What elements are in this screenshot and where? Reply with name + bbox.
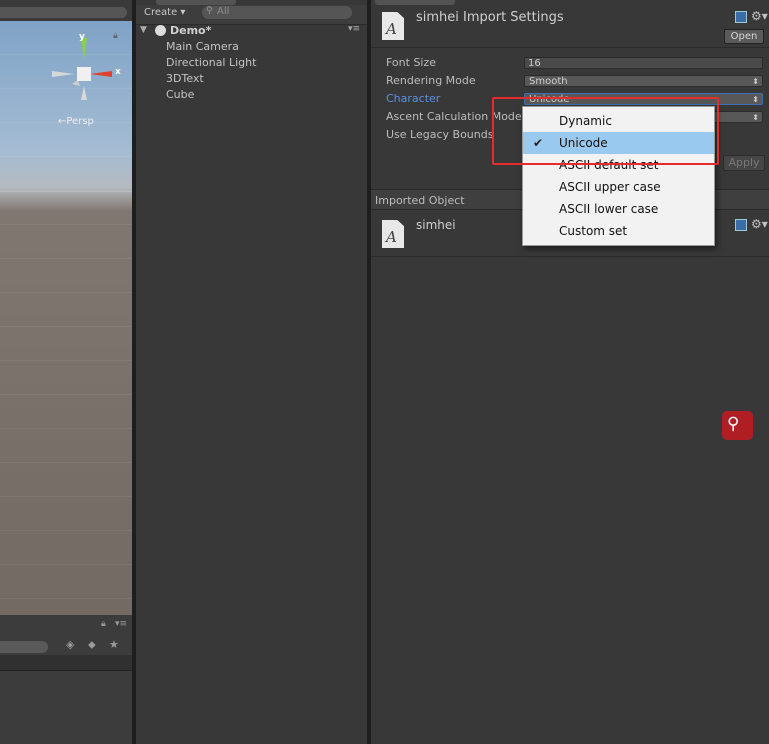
filter-type-icon[interactable]: ◈ <box>66 638 74 651</box>
use-legacy-bounds-label: Use Legacy Bounds <box>386 128 494 141</box>
create-button[interactable]: Create ▾ <box>144 7 185 18</box>
help-icon[interactable] <box>735 11 747 23</box>
hierarchy-item-directional-light[interactable]: Directional Light <box>166 56 256 69</box>
menu-item-custom-set[interactable]: Custom set <box>523 220 714 242</box>
gizmo-center-icon <box>77 67 91 81</box>
project-toolbar: 🔒︎ ▾≡ <box>0 619 132 633</box>
annotation-highlight-box <box>492 97 719 165</box>
persp-label[interactable]: ←Persp <box>58 116 94 127</box>
popup-arrows-icon: ⬍ <box>752 95 759 104</box>
panel-menu-icon[interactable]: ▾≡ <box>348 24 360 34</box>
tag-icon[interactable]: ⬥ <box>88 638 96 652</box>
gizmo-neg-y-icon <box>81 86 87 100</box>
menu-item-label: ASCII lower case <box>559 202 659 216</box>
popup-arrows-icon: ⬍ <box>752 113 759 122</box>
project-row[interactable] <box>0 655 132 670</box>
divider <box>371 256 769 257</box>
search-icon: ⚲ <box>727 414 740 434</box>
gizmo-x-axis-icon <box>90 71 112 77</box>
horizon-line <box>0 191 132 192</box>
font-asset-icon: A <box>382 220 404 248</box>
project-search-input[interactable] <box>0 641 48 653</box>
divider <box>0 670 132 671</box>
font-asset-icon: A <box>382 12 404 40</box>
imported-object-label: Imported Object <box>375 194 465 207</box>
gizmo-neg-x-icon <box>52 71 74 77</box>
gizmo-y-label: y <box>79 32 85 42</box>
inspector-title: simhei Import Settings <box>416 10 564 25</box>
rendering-mode-label: Rendering Mode <box>386 74 476 87</box>
unity-scene-icon <box>155 25 166 36</box>
menu-item-label: ASCII upper case <box>559 180 661 194</box>
star-icon[interactable]: ★ <box>109 638 119 651</box>
search-placeholder: All <box>217 6 230 17</box>
scene-name: Demo* <box>170 24 212 37</box>
scene-search-bar[interactable] <box>0 7 127 18</box>
scene-viewport[interactable] <box>0 21 132 615</box>
apply-button[interactable]: Apply <box>723 155 765 171</box>
open-button[interactable]: Open <box>724 29 764 44</box>
imported-object-name: simhei <box>416 218 456 232</box>
divider <box>371 47 769 48</box>
menu-item-ascii-upper-case[interactable]: ASCII upper case <box>523 176 714 198</box>
hierarchy-item-3dtext[interactable]: 3DText <box>166 72 204 85</box>
scene-view-panel: y x ←Persp 🔒︎ 🔒︎ ▾≡ ◈ ⬥ ★ <box>0 0 132 744</box>
gear-icon[interactable]: ⚙▾ <box>751 9 768 23</box>
menu-item-label: Custom set <box>559 224 628 238</box>
hierarchy-item-main-camera[interactable]: Main Camera <box>166 40 239 53</box>
hierarchy-item-cube[interactable]: Cube <box>166 88 194 101</box>
character-label: Character <box>386 92 441 105</box>
hierarchy-search-input[interactable]: ⚲ All <box>202 6 352 19</box>
tab-inspector[interactable] <box>375 0 455 5</box>
hierarchy-panel: Create ▾ ⚲ All ▼ Demo* ▾≡ Main Camera Di… <box>136 0 367 744</box>
rendering-mode-dropdown[interactable]: Smooth ⬍ <box>524 75 763 87</box>
popup-arrows-icon: ⬍ <box>752 77 759 86</box>
panel-menu-icon[interactable]: ▾≡ <box>115 619 127 629</box>
gizmo-x-label: x <box>115 67 121 77</box>
gear-icon[interactable]: ⚙▾ <box>751 217 768 231</box>
project-panel <box>0 615 132 744</box>
help-icon[interactable] <box>735 219 747 231</box>
search-icon: ⚲ <box>206 6 213 16</box>
scene-row[interactable]: ▼ Demo* ▾≡ <box>136 24 367 40</box>
rendering-mode-value: Smooth <box>529 76 568 87</box>
chevron-down-icon[interactable]: ▼ <box>140 25 147 35</box>
lock-icon[interactable]: 🔒︎ <box>101 619 106 629</box>
hierarchy-toolbar: Create ▾ ⚲ All <box>136 5 367 25</box>
font-size-label: Font Size <box>386 56 437 69</box>
font-icon-letter: A <box>386 228 397 246</box>
font-icon-letter: A <box>386 20 397 38</box>
menu-item-ascii-lower-case[interactable]: ASCII lower case <box>523 198 714 220</box>
floating-search-button[interactable]: ⚲ <box>722 411 753 440</box>
font-size-field[interactable]: 16 <box>524 57 763 69</box>
lock-icon[interactable]: 🔒︎ <box>113 31 122 41</box>
